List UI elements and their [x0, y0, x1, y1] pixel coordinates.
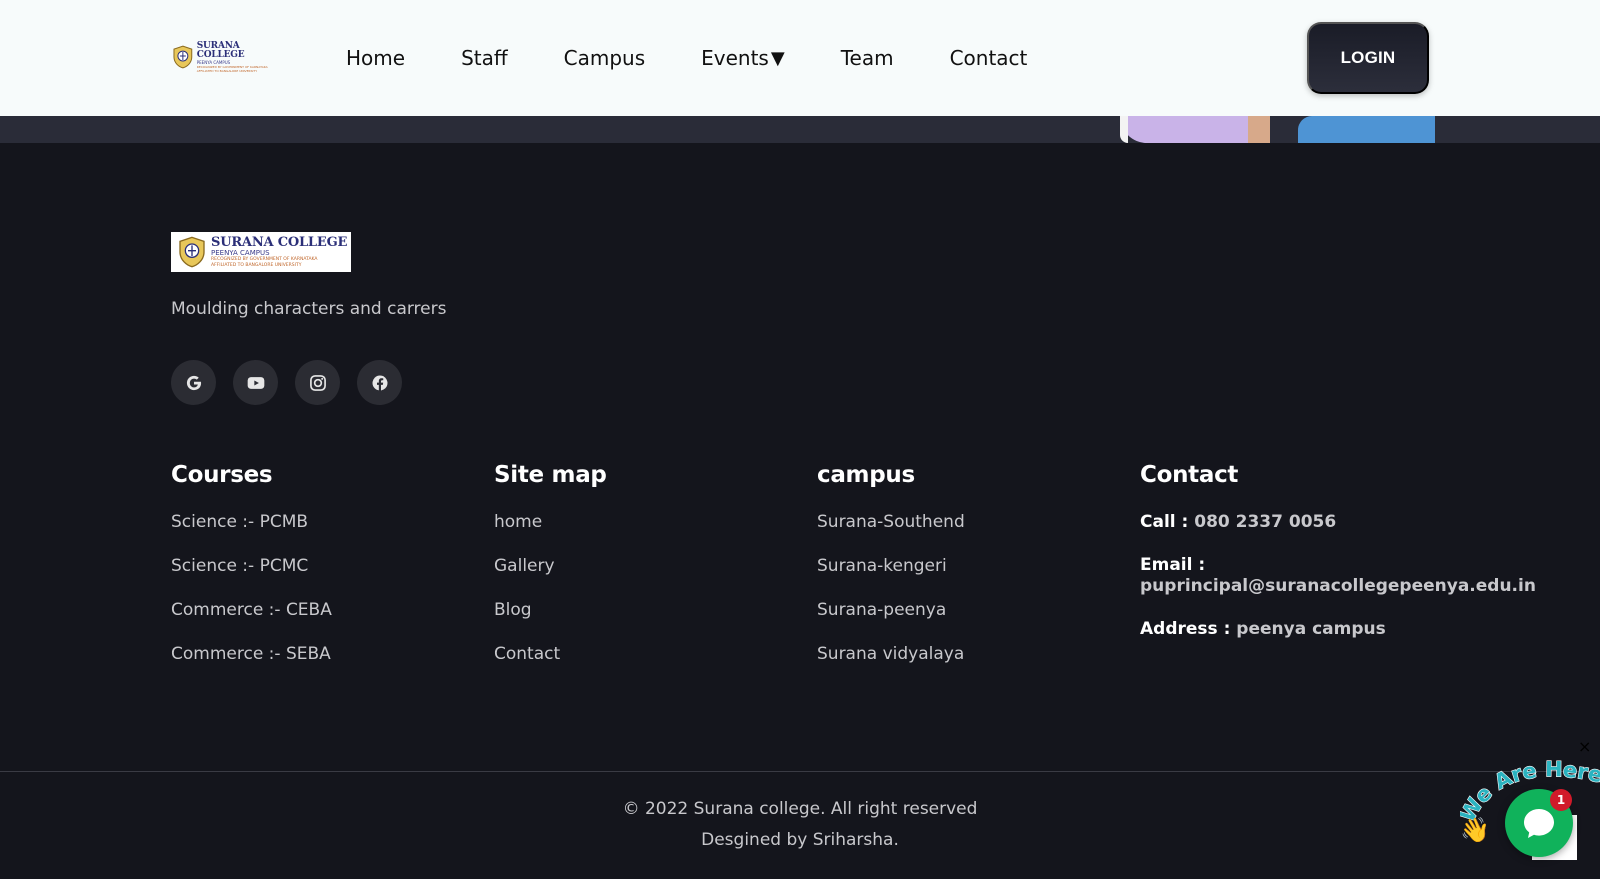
footer-campus-column: campus Surana-Southend Surana-kengeri Su… [817, 462, 1117, 688]
college-crest-icon [173, 45, 193, 69]
email-label: Email : [1140, 555, 1206, 575]
nav-team[interactable]: Team [841, 46, 894, 70]
hero-person-left-arm [1248, 116, 1270, 143]
google-link[interactable] [171, 360, 216, 405]
call-label: Call : [1140, 512, 1189, 532]
facebook-icon [372, 375, 387, 390]
email-value[interactable]: puprincipal@suranacollegepeenya.edu.in [1140, 576, 1536, 596]
footer-contact-column: Contact Call : 080 2337 0056 Email : pup… [1140, 462, 1560, 662]
header-logo[interactable]: SURANA COLLEGE PEENYA CAMPUS RECOGNIZED … [172, 40, 289, 73]
designed-by-text: Desgined by Sriharsha. [701, 830, 899, 850]
copyright-text: © 2022 Surana college. All right reserve… [622, 799, 978, 819]
course-link[interactable]: Commerce :- CEBA [171, 600, 471, 620]
courses-heading: Courses [171, 462, 273, 488]
campus-link[interactable]: Surana-peenya [817, 600, 1117, 620]
site-header: SURANA COLLEGE PEENYA CAMPUS RECOGNIZED … [0, 0, 1600, 116]
sitemap-heading: Site map [494, 462, 607, 488]
hero-person-right [1298, 116, 1435, 143]
sitemap-link-contact[interactable]: Contact [494, 644, 794, 664]
main-nav: Home Staff Campus Events ▼ Team Contact [346, 44, 1083, 72]
nav-events[interactable]: Events ▼ [701, 46, 785, 70]
campus-heading: campus [817, 462, 915, 488]
course-link[interactable]: Science :- PCMB [171, 512, 471, 532]
nav-campus[interactable]: Campus [564, 46, 646, 70]
sitemap-link-gallery[interactable]: Gallery [494, 556, 794, 576]
chat-icon [1524, 809, 1554, 838]
contact-call: Call : 080 2337 0056 [1140, 512, 1560, 533]
footer-logo-subtitle: PEENYA CAMPUS [211, 249, 270, 257]
footer-tagline: Moulding characters and carrers [171, 299, 447, 319]
google-icon [186, 375, 201, 390]
waving-hand-icon: 👋 [1460, 816, 1490, 844]
campus-link[interactable]: Surana-kengeri [817, 556, 1117, 576]
address-label: Address : [1140, 619, 1231, 639]
footer-logo[interactable]: SURANA COLLEGE PEENYA CAMPUS RECOGNIZED … [171, 232, 351, 272]
caret-down-icon: ▼ [770, 47, 785, 69]
contact-email: Email : puprincipal@suranacollegepeenya.… [1140, 555, 1560, 597]
college-crest-icon [179, 236, 205, 268]
youtube-icon [247, 376, 264, 389]
social-links [171, 360, 402, 405]
footer-courses-column: Courses Science :- PCMB Science :- PCMC … [171, 462, 471, 688]
footer-logo-title: SURANA COLLEGE [211, 235, 348, 250]
hero-image-strip [0, 116, 1600, 143]
contact-address: Address : peenya campus [1140, 619, 1560, 640]
sitemap-link-blog[interactable]: Blog [494, 600, 794, 620]
instagram-icon [309, 374, 326, 391]
facebook-link[interactable] [357, 360, 402, 405]
nav-contact[interactable]: Contact [950, 46, 1028, 70]
course-link[interactable]: Science :- PCMC [171, 556, 471, 576]
course-link[interactable]: Commerce :- SEBA [171, 644, 471, 664]
campus-link[interactable]: Surana-Southend [817, 512, 1117, 532]
nav-home[interactable]: Home [346, 46, 405, 70]
header-logo-subtitle: PEENYA CAMPUS [196, 59, 231, 65]
footer-logo-line3: RECOGNIZED BY GOVERNMENT OF KARNATAKA [211, 257, 318, 262]
instagram-link[interactable] [295, 360, 340, 405]
footer-divider [0, 771, 1600, 772]
login-button[interactable]: LOGIN [1307, 22, 1429, 94]
header-logo-line4: AFFILIATED TO BANGALORE UNIVERSITY [196, 68, 258, 73]
notification-badge: 1 [1550, 789, 1572, 811]
header-logo-title: SURANA COLLEGE [196, 40, 245, 60]
address-value: peenya campus [1236, 619, 1386, 639]
sitemap-link-home[interactable]: home [494, 512, 794, 532]
footer-logo-line4: AFFILIATED TO BANGALORE UNIVERSITY [211, 262, 302, 268]
campus-link[interactable]: Surana vidyalaya [817, 644, 1117, 664]
nav-staff[interactable]: Staff [461, 46, 508, 70]
call-value[interactable]: 080 2337 0056 [1194, 512, 1336, 532]
nav-events-label: Events [701, 46, 769, 70]
footer-sitemap-column: Site map home Gallery Blog Contact [494, 462, 794, 688]
youtube-link[interactable] [233, 360, 278, 405]
hero-person-left-edge [1120, 116, 1128, 143]
contact-heading: Contact [1140, 462, 1239, 488]
